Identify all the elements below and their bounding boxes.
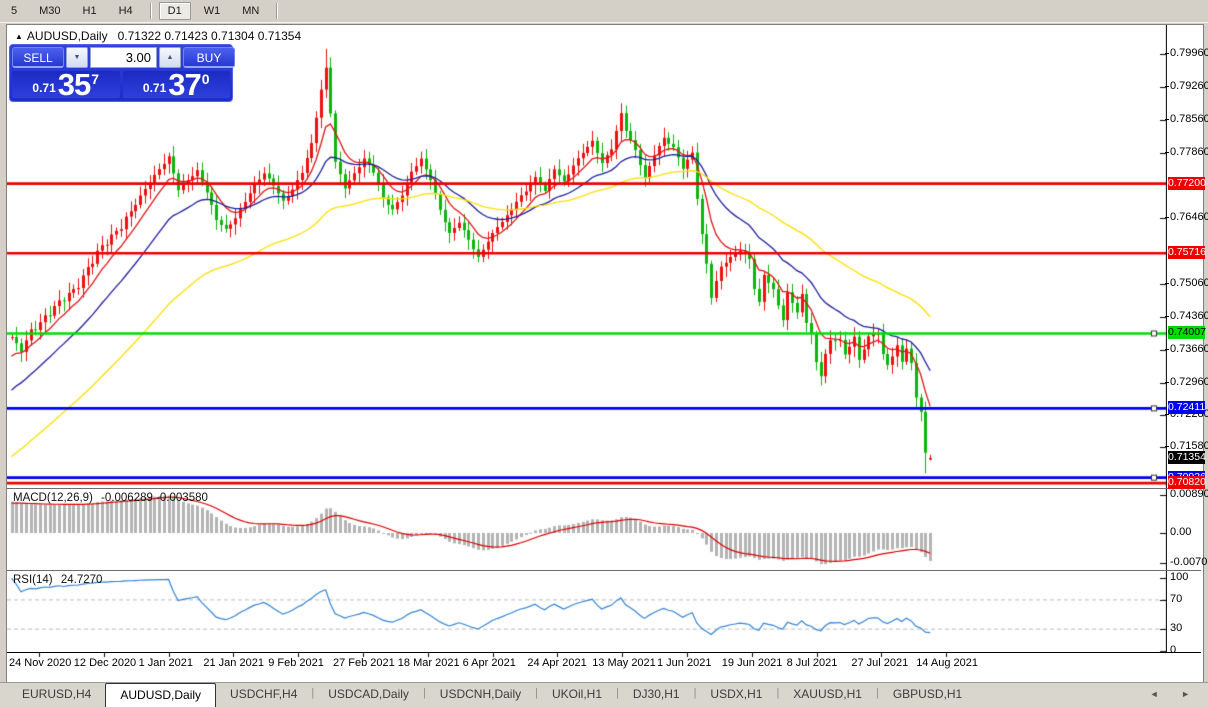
y-axis-tick-label: 0.79260 [1165,80,1208,92]
x-axis-label: 12 Dec 2020 [73,657,137,669]
macd-axis-tick-label: -0.007011 [1170,555,1208,568]
volume-increase-icon[interactable]: ▲ [159,47,181,68]
x-axis-label: 27 Feb 2021 [333,657,395,669]
rsi-name: RSI(14) [13,574,53,586]
x-axis-label: 18 Mar 2021 [397,657,460,669]
macd-values: -0.006289 -0.003580 [101,492,208,504]
macd-name: MACD(12,26,9) [13,492,93,504]
sell-price-prefix: 0.71 [32,81,56,95]
buy-price-big: 37 [168,67,201,102]
sell-button[interactable]: SELL [12,47,64,68]
y-axis-tick-mark [1165,283,1169,285]
timeframe-button-d1[interactable]: D1 [158,2,191,20]
macd-pane-divider[interactable] [7,488,1201,489]
chart-title: ▲ AUDUSD,Daily 0.71322 0.71423 0.71304 0.7… [15,29,301,43]
buy-button[interactable]: BUY [183,47,235,68]
y-axis-tick-label: 0.76460 [1165,211,1208,223]
tab-usdchf-h4[interactable]: USDCHF,H4 [216,683,311,707]
rsi-indicator-label: RSI(14) 24.7270 [13,574,102,586]
sell-price-display[interactable]: 0.71 35 7 [12,67,120,102]
sell-price-big: 35 [57,67,91,102]
tab-xauusd-h1[interactable]: XAUUSD,H1 [779,683,876,707]
timeframe-toolbar: 5 M30 H1 H4 D1 W1 MN [0,0,1208,23]
y-axis-tick-mark [1165,85,1169,87]
price-chart-canvas[interactable] [7,25,1167,680]
y-axis-tick-label: 0.79960 [1165,47,1208,59]
tab-usdcad-daily[interactable]: USDCAD,Daily [314,683,423,707]
toolbar-separator [149,3,151,19]
symbol-tab-bar: EURUSD,H4 AUDUSD,Daily USDCHF,H4 | USDCAD,Da… [0,682,1208,707]
x-axis-label: 8 Jul 2021 [786,657,838,669]
chart-symbol-label: AUDUSD,Daily [26,29,108,43]
x-axis-label: 24 Apr 2021 [527,657,587,669]
buy-price-sup: 0 [201,71,210,87]
timeframe-button-m30[interactable]: M30 [30,2,69,20]
tab-gbpusd-h1[interactable]: GBPUSD,H1 [879,683,976,707]
timeframe-button-5[interactable]: 5 [2,2,26,20]
price-level-label: 0.75716 [1168,246,1206,260]
rsi-value: 24.7270 [60,574,103,586]
y-axis-tick-label: 0.73660 [1165,343,1208,355]
y-axis-tick-mark [1165,348,1169,350]
macd-axis-tick-label: 0.008904 [1170,487,1208,500]
y-axis-tick-mark [1165,151,1169,153]
x-axis-label: 24 Nov 2020 [9,657,72,669]
toolbar-separator [276,3,278,19]
rsi-axis-tick-label: 70 [1170,592,1183,605]
tab-dj30-h1[interactable]: DJ30,H1 [619,683,694,707]
y-axis-tick-mark [1165,381,1169,383]
x-axis-label: 1 Jun 2021 [657,657,712,669]
tab-usdcnh-daily[interactable]: USDCNH,Daily [426,683,535,707]
price-level-label: 0.74007 [1168,326,1206,340]
current-price-label: 0.71354 [1168,451,1206,465]
timeframe-button-mn[interactable]: MN [233,2,268,20]
x-axis-label: 9 Feb 2021 [268,657,324,669]
x-axis-label: 21 Jan 2021 [203,657,264,669]
timeframe-button-h4[interactable]: H4 [110,2,142,20]
macd-axis-tick-label: 0.00 [1170,526,1192,538]
y-axis-tick-mark [1165,446,1169,448]
time-axis-line [7,652,1201,653]
y-axis-tick-mark [1165,118,1169,120]
collapse-arrow-icon[interactable]: ▲ [15,32,23,41]
y-axis-tick-label: 0.78560 [1165,113,1208,125]
rsi-pane-divider[interactable] [7,570,1201,571]
y-axis-tick-label: 0.77860 [1165,146,1208,158]
rsi-axis-tick-label: 30 [1170,622,1183,635]
x-axis-label: 27 Jul 2021 [851,657,909,669]
price-level-label: 0.72411 [1168,401,1206,415]
chart-window: ▲ AUDUSD,Daily 0.71322 0.71423 0.71304 0.7… [6,24,1208,683]
y-axis-tick-mark [1165,53,1169,54]
y-axis-tick-mark [1165,315,1169,317]
volume-decrease-icon[interactable]: ▼ [66,47,88,68]
rsi-axis-tick-label: 100 [1170,571,1189,583]
x-axis-label: 13 May 2021 [592,657,656,669]
tab-audusd-daily[interactable]: AUDUSD,Daily [105,683,217,707]
x-axis-label: 6 Apr 2021 [462,657,516,669]
x-axis-label: 1 Jan 2021 [138,657,194,669]
tab-eurusd-h4[interactable]: EURUSD,H4 [8,683,105,707]
x-axis-label: 19 Jun 2021 [721,657,783,669]
timeframe-button-w1[interactable]: W1 [195,2,230,20]
sell-price-sup: 7 [91,71,100,87]
price-level-label: 0.77200 [1168,176,1206,190]
y-axis-tick-label: 0.72960 [1165,376,1208,388]
chart-ohlc-values: 0.71322 0.71423 0.71304 0.71354 [117,29,302,43]
one-click-trading-panel: SELL ▼ ▲ BUY 0.71 35 7 0.71 37 0 [9,44,235,102]
y-axis-tick-label: 0.74360 [1165,310,1208,322]
price-level-label: 0.70820 [1168,476,1206,490]
timeframe-button-h1[interactable]: H1 [74,2,106,20]
tab-ukoil-h1[interactable]: UKOil,H1 [538,683,616,707]
buy-price-display[interactable]: 0.71 37 0 [122,67,230,102]
buy-price-prefix: 0.71 [142,81,167,95]
y-axis-tick-mark [1165,217,1169,219]
y-axis-tick-label: 0.75060 [1165,277,1208,289]
rsi-axis-tick-label: 0 [1170,644,1177,656]
macd-indicator-label: MACD(12,26,9) -0.006289 -0.003580 [13,492,208,504]
tab-scroll-arrows[interactable]: ◄ ► [1150,689,1200,699]
tab-usdx-h1[interactable]: USDX,H1 [696,683,776,707]
volume-input[interactable] [90,47,157,68]
x-axis-label: 14 Aug 2021 [916,657,978,669]
